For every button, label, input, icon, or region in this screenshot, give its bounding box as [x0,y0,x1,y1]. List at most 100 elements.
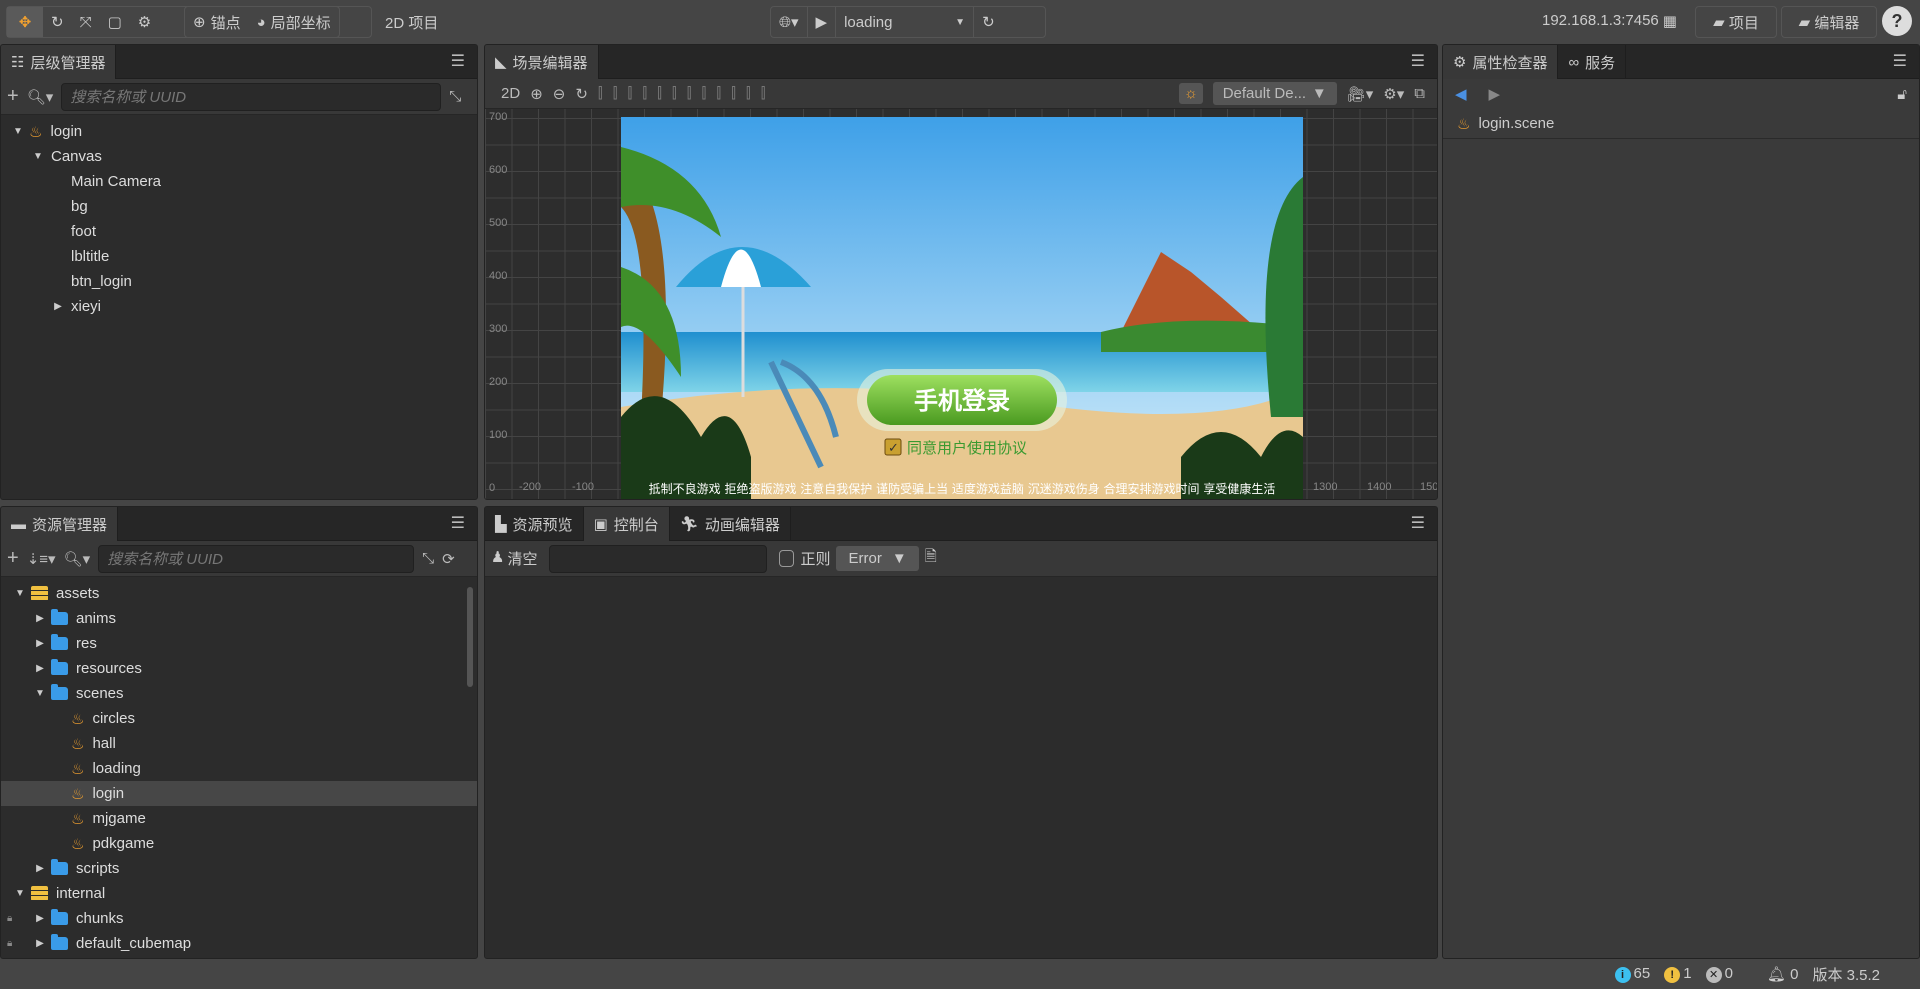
expand-arrow-icon[interactable]: ▶ [33,638,47,649]
search-filter-icon[interactable]: 🔍︎▾ [64,550,91,568]
tree-item[interactable]: ♨ mjgame [1,806,477,831]
align-tools-icon[interactable]: ⫿⫿⫿⫿⫿⫿⫿⫿⫿⫿⫿⫿ [598,85,776,102]
collapse-icon[interactable]: ⤡ [422,550,434,567]
reset-view-icon[interactable]: ↻ [575,85,588,103]
tree-item[interactable]: Main Camera [1,169,477,194]
tab-assets[interactable]: ▬ 资源管理器 [1,507,119,541]
add-icon[interactable]: + [7,85,19,108]
camera-icon[interactable]: 🎥︎▾ [1347,85,1374,103]
expand-arrow-icon[interactable]: ▼ [33,688,47,699]
expand-arrow-icon[interactable]: ▶ [33,938,47,949]
expand-arrow-icon[interactable]: ▼ [31,151,45,162]
sort-icon[interactable]: ⇣≡▾ [27,550,56,568]
assets-search-input[interactable]: 搜索名称或 UUID [98,544,415,573]
add-icon[interactable]: + [7,547,19,570]
tree-item[interactable]: ▶ scripts [1,856,477,881]
tree-item[interactable]: ▼ scenes [1,681,477,706]
clear-button[interactable]: ♟ 清空 [491,548,537,569]
tab-hierarchy[interactable]: ☷ 层级管理器 [1,45,117,79]
ip-address[interactable]: 192.168.1.3:7456 ▦ [1542,12,1677,30]
tab-asset-preview[interactable]: ▙ 资源预览 [485,507,584,541]
back-icon[interactable]: ◀ [1455,85,1467,103]
open-log-file-icon[interactable]: 🗎 [925,546,937,571]
expand-arrow-icon[interactable]: ▶ [51,301,65,312]
notifications[interactable]: 🔔︎ 0 [1767,965,1799,983]
platform-globe-icon[interactable]: 🌐︎▾ [771,7,808,37]
panel-menu-icon[interactable]: ☰ [1893,51,1907,71]
expand-arrow-icon[interactable]: ▼ [13,588,27,599]
tab-inspector[interactable]: ⚙ 属性检查器 [1443,45,1559,79]
tree-item[interactable]: ▼ ♨ login [1,119,477,144]
camera-select[interactable]: Default De... ▼ [1212,82,1337,105]
expand-arrow-icon[interactable]: ▶ [33,863,47,874]
error-count[interactable]: ✕ 0 [1705,965,1733,983]
tree-item[interactable]: ♨ loading [1,756,477,781]
scene-canvas-image[interactable]: 手机登录 ✓ 同意用户使用协议 抵制不良游戏 拒绝盗版游戏 注意自我保护 谨防受… [621,117,1303,500]
tree-item[interactable]: lbltitle [1,244,477,269]
tree-item[interactable]: ♨ pdkgame [1,831,477,856]
log-level-select[interactable]: Error ▼ [836,546,919,571]
hierarchy-search-input[interactable]: 搜索名称或 UUID [61,82,442,111]
regex-checkbox[interactable] [779,550,795,567]
tree-item[interactable]: ▼ internal [1,881,477,906]
zoom-in-icon[interactable]: ⊕ [530,85,543,103]
tab-services[interactable]: ∞ 服务 [1558,45,1627,79]
ip-text: 192.168.1.3:7456 [1542,12,1659,29]
rotate-tool-icon[interactable]: ↻ [43,7,72,37]
panel-menu-icon[interactable]: ☰ [1411,51,1425,71]
collapse-icon[interactable]: ⤡ [449,88,461,105]
panel-menu-icon[interactable]: ☰ [451,513,465,533]
rect-tool-icon[interactable]: ▢ [100,7,130,37]
scrollbar[interactable] [467,587,473,687]
settings-icon[interactable]: ⚙▾ [1383,85,1404,103]
tab-console[interactable]: ▣ 控制台 [583,507,670,541]
scale-tool-icon[interactable]: ⤧ [72,7,100,37]
mode-2d-button[interactable]: 2D [501,85,520,102]
move-tool-icon[interactable]: ✥ [7,7,43,37]
tree-item[interactable]: 🔒︎ ▶ chunks [1,906,477,931]
tree-item[interactable]: bg [1,194,477,219]
tree-item[interactable]: ▶ resources [1,656,477,681]
lighting-icon[interactable]: ☼ [1178,83,1203,104]
tree-item[interactable]: ▶ anims [1,606,477,631]
unlock-icon[interactable]: 🔓︎ [1897,86,1907,103]
project-button[interactable]: ▰ 项目 [1695,6,1777,38]
tree-item[interactable]: ▶ xieyi [1,294,477,319]
local-coord-button[interactable]: ◕ 局部坐标 [249,7,339,37]
expand-arrow-icon[interactable]: ▼ [13,888,27,899]
refresh-icon[interactable]: ⟳ [442,550,455,568]
tree-item[interactable]: ♨ hall [1,731,477,756]
scene-viewport[interactable]: 700 600 500 400 300 200 100 0 -200 -100 1300 1400 15… [485,109,1437,500]
tree-item[interactable]: btn_login [1,269,477,294]
tab-scene-editor[interactable]: ◣ 场景编辑器 [485,45,599,79]
play-icon[interactable]: ▶ [808,7,837,37]
tree-item[interactable]: ▶ res [1,631,477,656]
tree-item[interactable]: foot [1,219,477,244]
search-filter-icon[interactable]: 🔍︎▾ [27,88,54,106]
tree-item[interactable]: ▼ assets [1,581,477,606]
console-filter-input[interactable] [549,544,768,573]
tree-item[interactable]: ♨ circles [1,706,477,731]
help-icon[interactable]: ? [1882,6,1912,36]
expand-arrow-icon[interactable]: ▶ [33,613,47,624]
refresh-icon[interactable]: ↻ [974,7,1003,37]
info-count[interactable]: i 65 [1614,965,1650,983]
agreement-label[interactable]: 同意用户使用协议 [907,439,1027,457]
warn-count[interactable]: ! 1 [1664,965,1692,983]
tab-animation-editor[interactable]: 🏃︎ 动画编辑器 [670,507,791,541]
expand-arrow-icon[interactable]: ▶ [33,913,47,924]
tree-item[interactable]: ▼ Canvas [1,144,477,169]
anchor-button[interactable]: ⊕ 锚点 [185,7,249,37]
scene-select[interactable]: loading ▼ [836,7,975,37]
forward-icon[interactable]: ▶ [1489,85,1501,103]
maximize-icon[interactable]: ⧉ [1414,85,1425,102]
tree-item[interactable]: 🔒︎ ▶ default_cubemap [1,931,477,956]
expand-arrow-icon[interactable]: ▼ [11,126,25,137]
zoom-out-icon[interactable]: ⊖ [553,85,566,103]
panel-menu-icon[interactable]: ☰ [1411,513,1425,533]
panel-menu-icon[interactable]: ☰ [451,51,465,71]
gear-tool-icon[interactable]: ⚙ [130,7,159,37]
editor-button[interactable]: ▰ 编辑器 [1781,6,1877,38]
tree-item[interactable]: ♨ login [1,781,477,806]
expand-arrow-icon[interactable]: ▶ [33,663,47,674]
